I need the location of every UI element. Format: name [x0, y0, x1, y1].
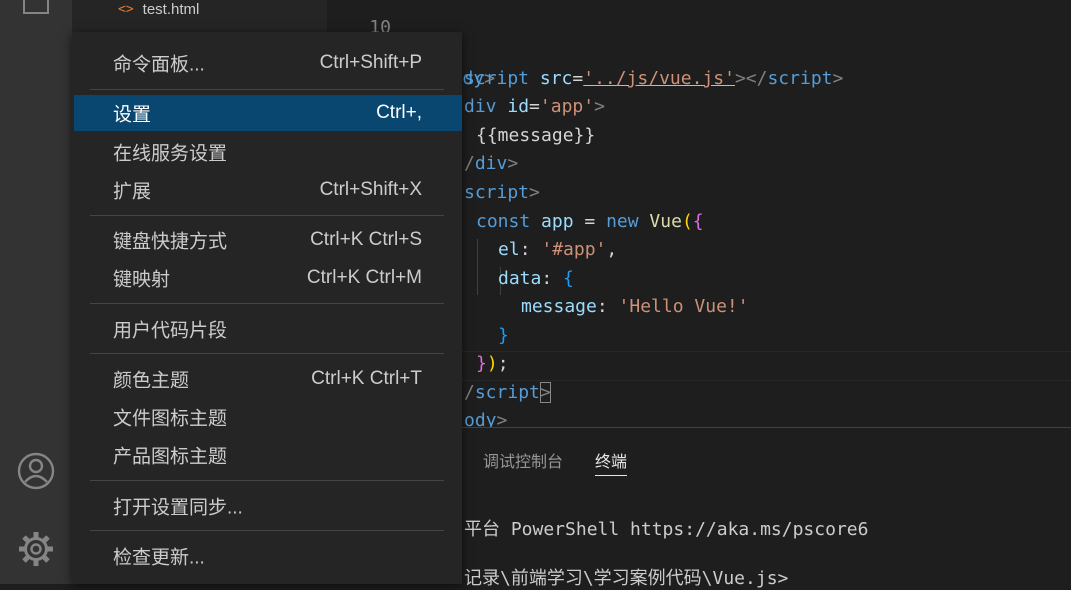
menu-item-user-snippets[interactable]: 用户代码片段 — [74, 309, 462, 349]
menu-separator — [90, 353, 444, 354]
terminal-line: 平台 PowerShell https://aka.ms/pscore6 — [464, 519, 869, 540]
explorer-file-item[interactable]: <> test.html — [118, 0, 199, 18]
menu-item-keyboard-shortcuts[interactable]: 键盘快捷方式 Ctrl+K Ctrl+S — [74, 220, 462, 260]
menu-item-extensions[interactable]: 扩展 Ctrl+Shift+X — [74, 170, 462, 210]
explorer-icon[interactable] — [14, 0, 58, 22]
manage-context-menu: 命令面板... Ctrl+Shift+P 设置 Ctrl+, 在线服务设置 扩展… — [72, 32, 462, 584]
tab-debug-console[interactable]: 调试控制台 — [483, 448, 563, 472]
menu-separator — [90, 89, 444, 90]
menu-item-command-palette[interactable]: 命令面板... Ctrl+Shift+P — [74, 43, 462, 83]
html-file-icon: <> — [118, 1, 134, 17]
menu-item-color-theme[interactable]: 颜色主题 Ctrl+K Ctrl+T — [74, 359, 462, 399]
menu-item-keymaps[interactable]: 键映射 Ctrl+K Ctrl+M — [74, 258, 462, 298]
menu-item-settings[interactable]: 设置 Ctrl+, — [74, 95, 462, 131]
menu-separator — [90, 215, 444, 216]
menu-item-check-updates[interactable]: 检查更新... — [74, 536, 462, 576]
manage-gear-icon[interactable] — [14, 527, 58, 571]
menu-item-product-icon-theme[interactable]: 产品图标主题 — [74, 435, 462, 475]
terminal-line: 记录\前端学习\学习案例代码\Vue.js> — [464, 568, 789, 589]
menu-item-online-services-settings[interactable]: 在线服务设置 — [74, 132, 462, 172]
menu-item-settings-sync[interactable]: 打开设置同步... — [74, 486, 462, 526]
menu-separator — [90, 303, 444, 304]
menu-item-file-icon-theme[interactable]: 文件图标主题 — [74, 397, 462, 437]
account-icon[interactable] — [14, 449, 58, 493]
menu-separator — [90, 480, 444, 481]
file-name: test.html — [142, 0, 200, 18]
activity-bar — [0, 0, 72, 584]
tab-terminal[interactable]: 终端 — [595, 448, 628, 476]
menu-separator — [90, 530, 444, 531]
